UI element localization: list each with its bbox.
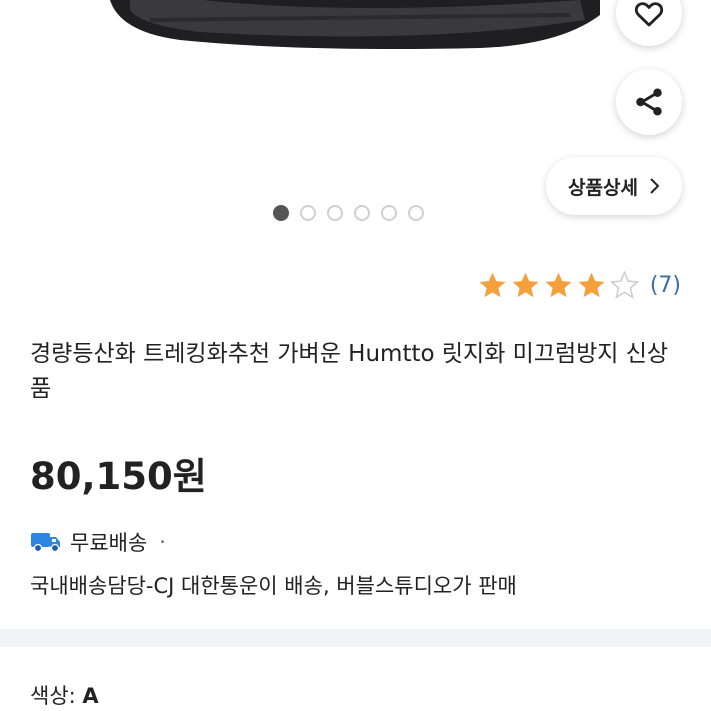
share-icon: [636, 88, 662, 116]
star-filled-icon: [479, 272, 506, 298]
star-empty-icon: [609, 270, 640, 299]
product-detail-label: 상품상세: [568, 176, 638, 199]
chevron-right-icon: [650, 178, 660, 194]
star-filled-icon: [512, 272, 539, 298]
shipping-info: 무료배송 ·: [30, 527, 166, 557]
carousel-dot[interactable]: [300, 205, 316, 221]
carousel-dot[interactable]: [327, 205, 343, 221]
product-title: 경량등산화 트레킹화추천 가벼운 Humtto 릿지화 미끄럼방지 신상품: [30, 341, 669, 402]
color-option-label: 색상:: [30, 684, 76, 708]
heart-icon: [634, 2, 664, 27]
section-divider: [0, 629, 711, 647]
carousel-dot[interactable]: [381, 205, 397, 221]
shipping-description: 국내배송담당-CJ 대한통운이 배송, 버블스튜디오가 판매: [30, 574, 517, 598]
carousel-dot[interactable]: [354, 205, 370, 221]
carousel-dot[interactable]: [408, 205, 424, 221]
free-shipping-label: 무료배송: [70, 531, 148, 555]
carousel-dot[interactable]: [273, 205, 289, 221]
shoe-image: [110, 0, 600, 49]
separator: ·: [159, 530, 166, 554]
carousel-indicator: [273, 205, 424, 221]
product-detail-button[interactable]: 상품상세: [546, 157, 682, 215]
star-filled-icon: [545, 272, 572, 298]
share-button[interactable]: [616, 69, 682, 135]
color-option-value: A: [82, 684, 99, 708]
review-count[interactable]: (7): [650, 273, 681, 298]
product-image-area[interactable]: 상품상세: [0, 0, 711, 235]
product-price: 80,150원: [30, 455, 207, 498]
truck-icon: [31, 533, 60, 553]
star-filled-icon: [578, 272, 605, 298]
rating-summary[interactable]: (7): [477, 270, 681, 301]
color-option[interactable]: 색상: A: [30, 680, 99, 710]
